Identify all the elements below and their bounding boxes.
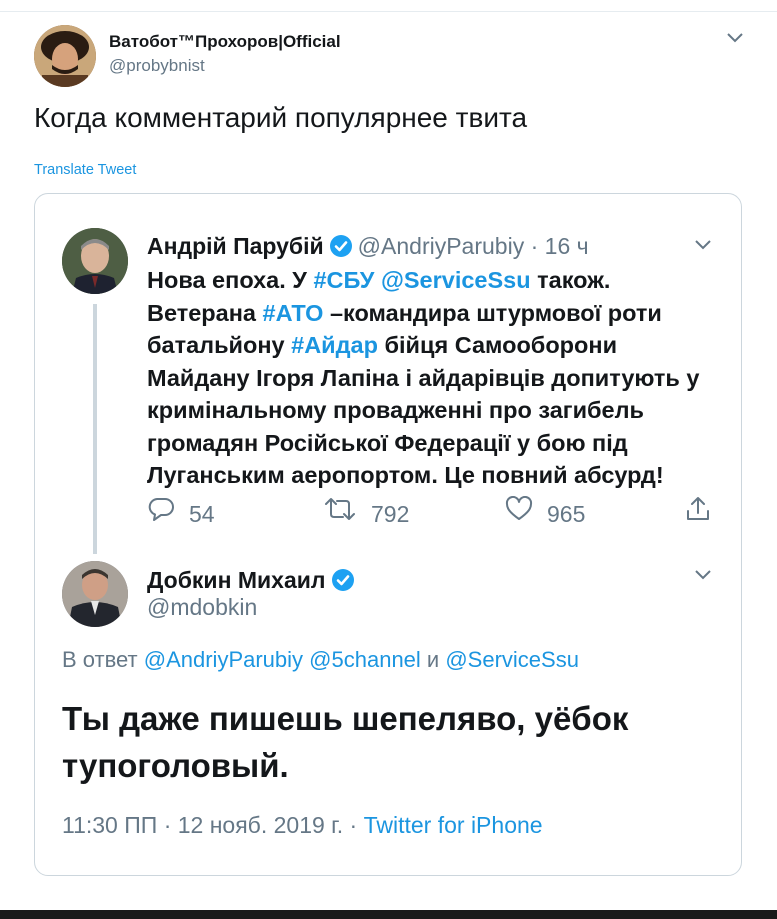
retweet-count: 792 bbox=[371, 500, 410, 527]
text-line: Ты даже пишешь шепеляво, уёбок bbox=[62, 700, 629, 737]
text-line: Луганським аеропортом. Це повний абсурд! bbox=[147, 459, 707, 492]
text-segment: Ветерана bbox=[147, 299, 263, 326]
avatar-photo bbox=[62, 561, 128, 627]
quoted-tweet-header: Андрій Парубій @AndriyParubiy · 16 ч bbox=[147, 229, 589, 263]
top-divider bbox=[0, 11, 777, 12]
replying-to-prefix: В ответ bbox=[62, 647, 144, 672]
hashtag-link[interactable]: #АТО bbox=[263, 300, 324, 326]
avatar-photo bbox=[62, 228, 128, 294]
reply-icon bbox=[147, 496, 175, 532]
quoted-author-name[interactable]: Андрій Парубій bbox=[147, 233, 324, 259]
text-segment: Нова епоха. У bbox=[147, 267, 314, 293]
mention-link[interactable]: @ServiceSsu bbox=[381, 267, 531, 293]
reply-author-name-text[interactable]: Добкин Михаил bbox=[147, 567, 326, 593]
share-button[interactable] bbox=[684, 494, 726, 530]
mention-link[interactable]: @5channel bbox=[309, 647, 421, 672]
bottom-bar bbox=[0, 910, 777, 919]
author-name[interactable]: Ватобот™Прохоров|Official bbox=[109, 32, 341, 52]
text-segment: кримінальному провадженні про загибель bbox=[147, 397, 644, 423]
mention-link[interactable]: @ServiceSsu bbox=[445, 647, 579, 672]
retweet-icon bbox=[323, 496, 357, 532]
quoted-tweet-text: Нова епоха. У #СБУ @ServiceSsu також. Вет… bbox=[147, 264, 707, 492]
verified-badge-icon bbox=[329, 235, 352, 257]
text-segment: громадян Російської Федерації у бою під bbox=[147, 429, 628, 456]
replying-to-line: В ответ @AndriyParubiy @5channel и @Serv… bbox=[62, 647, 579, 673]
reply-author-name: Добкин Михаил bbox=[147, 563, 360, 597]
text-segment: Майдану Ігоря Лапіна і айдарівців допиту… bbox=[147, 364, 700, 391]
translate-tweet-link[interactable]: Translate Tweet bbox=[34, 162, 136, 178]
like-button[interactable]: 965 bbox=[505, 494, 585, 530]
share-icon bbox=[684, 495, 712, 533]
tweet-text: Когда комментарий популярнее твита bbox=[34, 102, 528, 133]
retweet-button[interactable]: 792 bbox=[323, 494, 409, 530]
hashtag-link[interactable]: #СБУ bbox=[313, 267, 374, 293]
text-line: батальйону #Айдар бійця Самооборони bbox=[147, 329, 707, 362]
chevron-down-icon[interactable] bbox=[690, 563, 716, 589]
quoted-author-handle[interactable]: @AndriyParubiy bbox=[358, 233, 525, 259]
avatar[interactable] bbox=[62, 561, 128, 627]
text-line: громадян Російської Федерації у бою під bbox=[147, 427, 707, 460]
chevron-down-icon[interactable] bbox=[690, 233, 716, 259]
verified-badge-icon bbox=[331, 569, 354, 591]
text-line: Майдану Ігоря Лапіна і айдарівців допиту… bbox=[147, 362, 707, 395]
text-segment: також. bbox=[530, 267, 611, 293]
hashtag-link[interactable]: #Айдар bbox=[291, 332, 378, 358]
text-line: Ветерана #АТО –командира штурмової роти bbox=[147, 297, 707, 330]
text-segment: батальйону bbox=[147, 332, 292, 358]
text-line: кримінальному провадженні про загибель bbox=[147, 394, 707, 427]
tweet-timestamp[interactable]: 11:30 ПП · 12 нояб. 2019 г. · bbox=[62, 812, 364, 838]
reply-count: 54 bbox=[189, 500, 215, 527]
text-segment: бійця Самооборони bbox=[377, 332, 618, 358]
mention-link[interactable]: @AndriyParubiy bbox=[144, 647, 303, 672]
tweet-metadata: 11:30 ПП · 12 нояб. 2019 г. · Twitter fo… bbox=[62, 812, 543, 839]
text-line: тупоголовый. bbox=[62, 747, 289, 784]
author-handle[interactable]: @probybnist bbox=[109, 56, 205, 76]
text-segment: Луганським аеропортом. Це повний абсурд! bbox=[147, 462, 664, 488]
chevron-down-icon[interactable] bbox=[722, 28, 748, 50]
reply-tweet-text: Ты даже пишешь шепеляво, уёбок тупоголовы… bbox=[62, 695, 702, 789]
heart-icon bbox=[505, 495, 533, 532]
avatar[interactable] bbox=[34, 25, 96, 87]
avatar-photo bbox=[34, 25, 96, 87]
quoted-tweet-time[interactable]: 16 ч bbox=[545, 233, 589, 259]
thread-connector bbox=[93, 304, 97, 554]
text-segment: –командира штурмової роти bbox=[323, 299, 662, 326]
tweet-source-link[interactable]: Twitter for iPhone bbox=[364, 812, 543, 838]
like-count: 965 bbox=[547, 500, 586, 527]
avatar[interactable] bbox=[62, 228, 128, 294]
reply-button[interactable]: 54 bbox=[147, 494, 215, 530]
reply-author-handle[interactable]: @mdobkin bbox=[147, 594, 257, 621]
text-line: Нова епоха. У #СБУ @ServiceSsu також. bbox=[147, 264, 707, 297]
separator-dot: · bbox=[530, 233, 539, 259]
text-segment: и bbox=[420, 647, 446, 672]
